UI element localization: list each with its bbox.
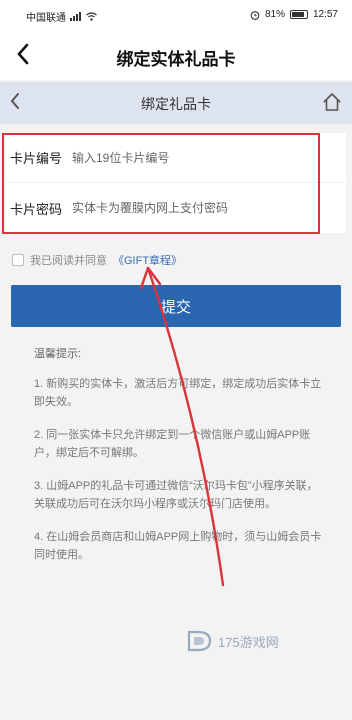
- agreement-text: 我已阅读并同意: [30, 255, 107, 267]
- signal-icon: [70, 12, 81, 21]
- page-title: 绑定实体礼品卡: [116, 50, 236, 69]
- wifi-icon: [86, 12, 97, 21]
- battery-icon: [289, 10, 308, 19]
- alarm-icon: [250, 10, 260, 20]
- watermark-text: 175游戏网: [218, 634, 279, 650]
- gift-terms-link[interactable]: 《GIFT章程》: [113, 252, 182, 268]
- home-button[interactable]: [322, 92, 342, 112]
- battery-percent: 81%: [264, 9, 285, 20]
- sub-title: 绑定礼品卡: [141, 96, 211, 112]
- status-right: 81% 12:57: [250, 9, 338, 20]
- tips-title: 温馨提示:: [34, 348, 82, 360]
- clock: 12:57: [312, 9, 338, 20]
- tip-item: 2. 同一张实体卡只允许绑定到一个微信账户或山姆APP账户，绑定后不可解绑。: [34, 429, 311, 459]
- tips-section: 温馨提示: 1. 新购买的实体卡，激活后方可绑定，绑定成功后实体卡立即失效。 2…: [34, 345, 324, 579]
- agreement-row: 我已阅读并同意 《GIFT章程》: [12, 252, 182, 268]
- tip-item: 4. 在山姆会员商店和山姆APP网上购物时，须与山姆会员卡同时使用。: [34, 531, 322, 561]
- carrier-label: 中国联通: [26, 13, 66, 24]
- annotation-highlight-box: [2, 133, 320, 234]
- tip-item: 1. 新购买的实体卡，激活后方可绑定，绑定成功后实体卡立即失效。: [34, 378, 322, 408]
- app-header: 绑定实体礼品卡: [0, 30, 352, 80]
- status-bar: 中国联通 81% 12:57: [0, 0, 352, 30]
- watermark: 175游戏网: [186, 628, 279, 654]
- watermark-logo-icon: [187, 630, 212, 652]
- tip-item: 3. 山姆APP的礼品卡可通过微信“沃尔玛卡包”小程序关联，关联成功后可在沃尔玛…: [34, 480, 318, 510]
- sub-header: 绑定礼品卡: [0, 82, 352, 124]
- agreement-checkbox[interactable]: [12, 254, 24, 266]
- status-left: 中国联通: [26, 9, 97, 24]
- submit-button[interactable]: 提交: [11, 285, 341, 327]
- home-icon: [323, 93, 341, 111]
